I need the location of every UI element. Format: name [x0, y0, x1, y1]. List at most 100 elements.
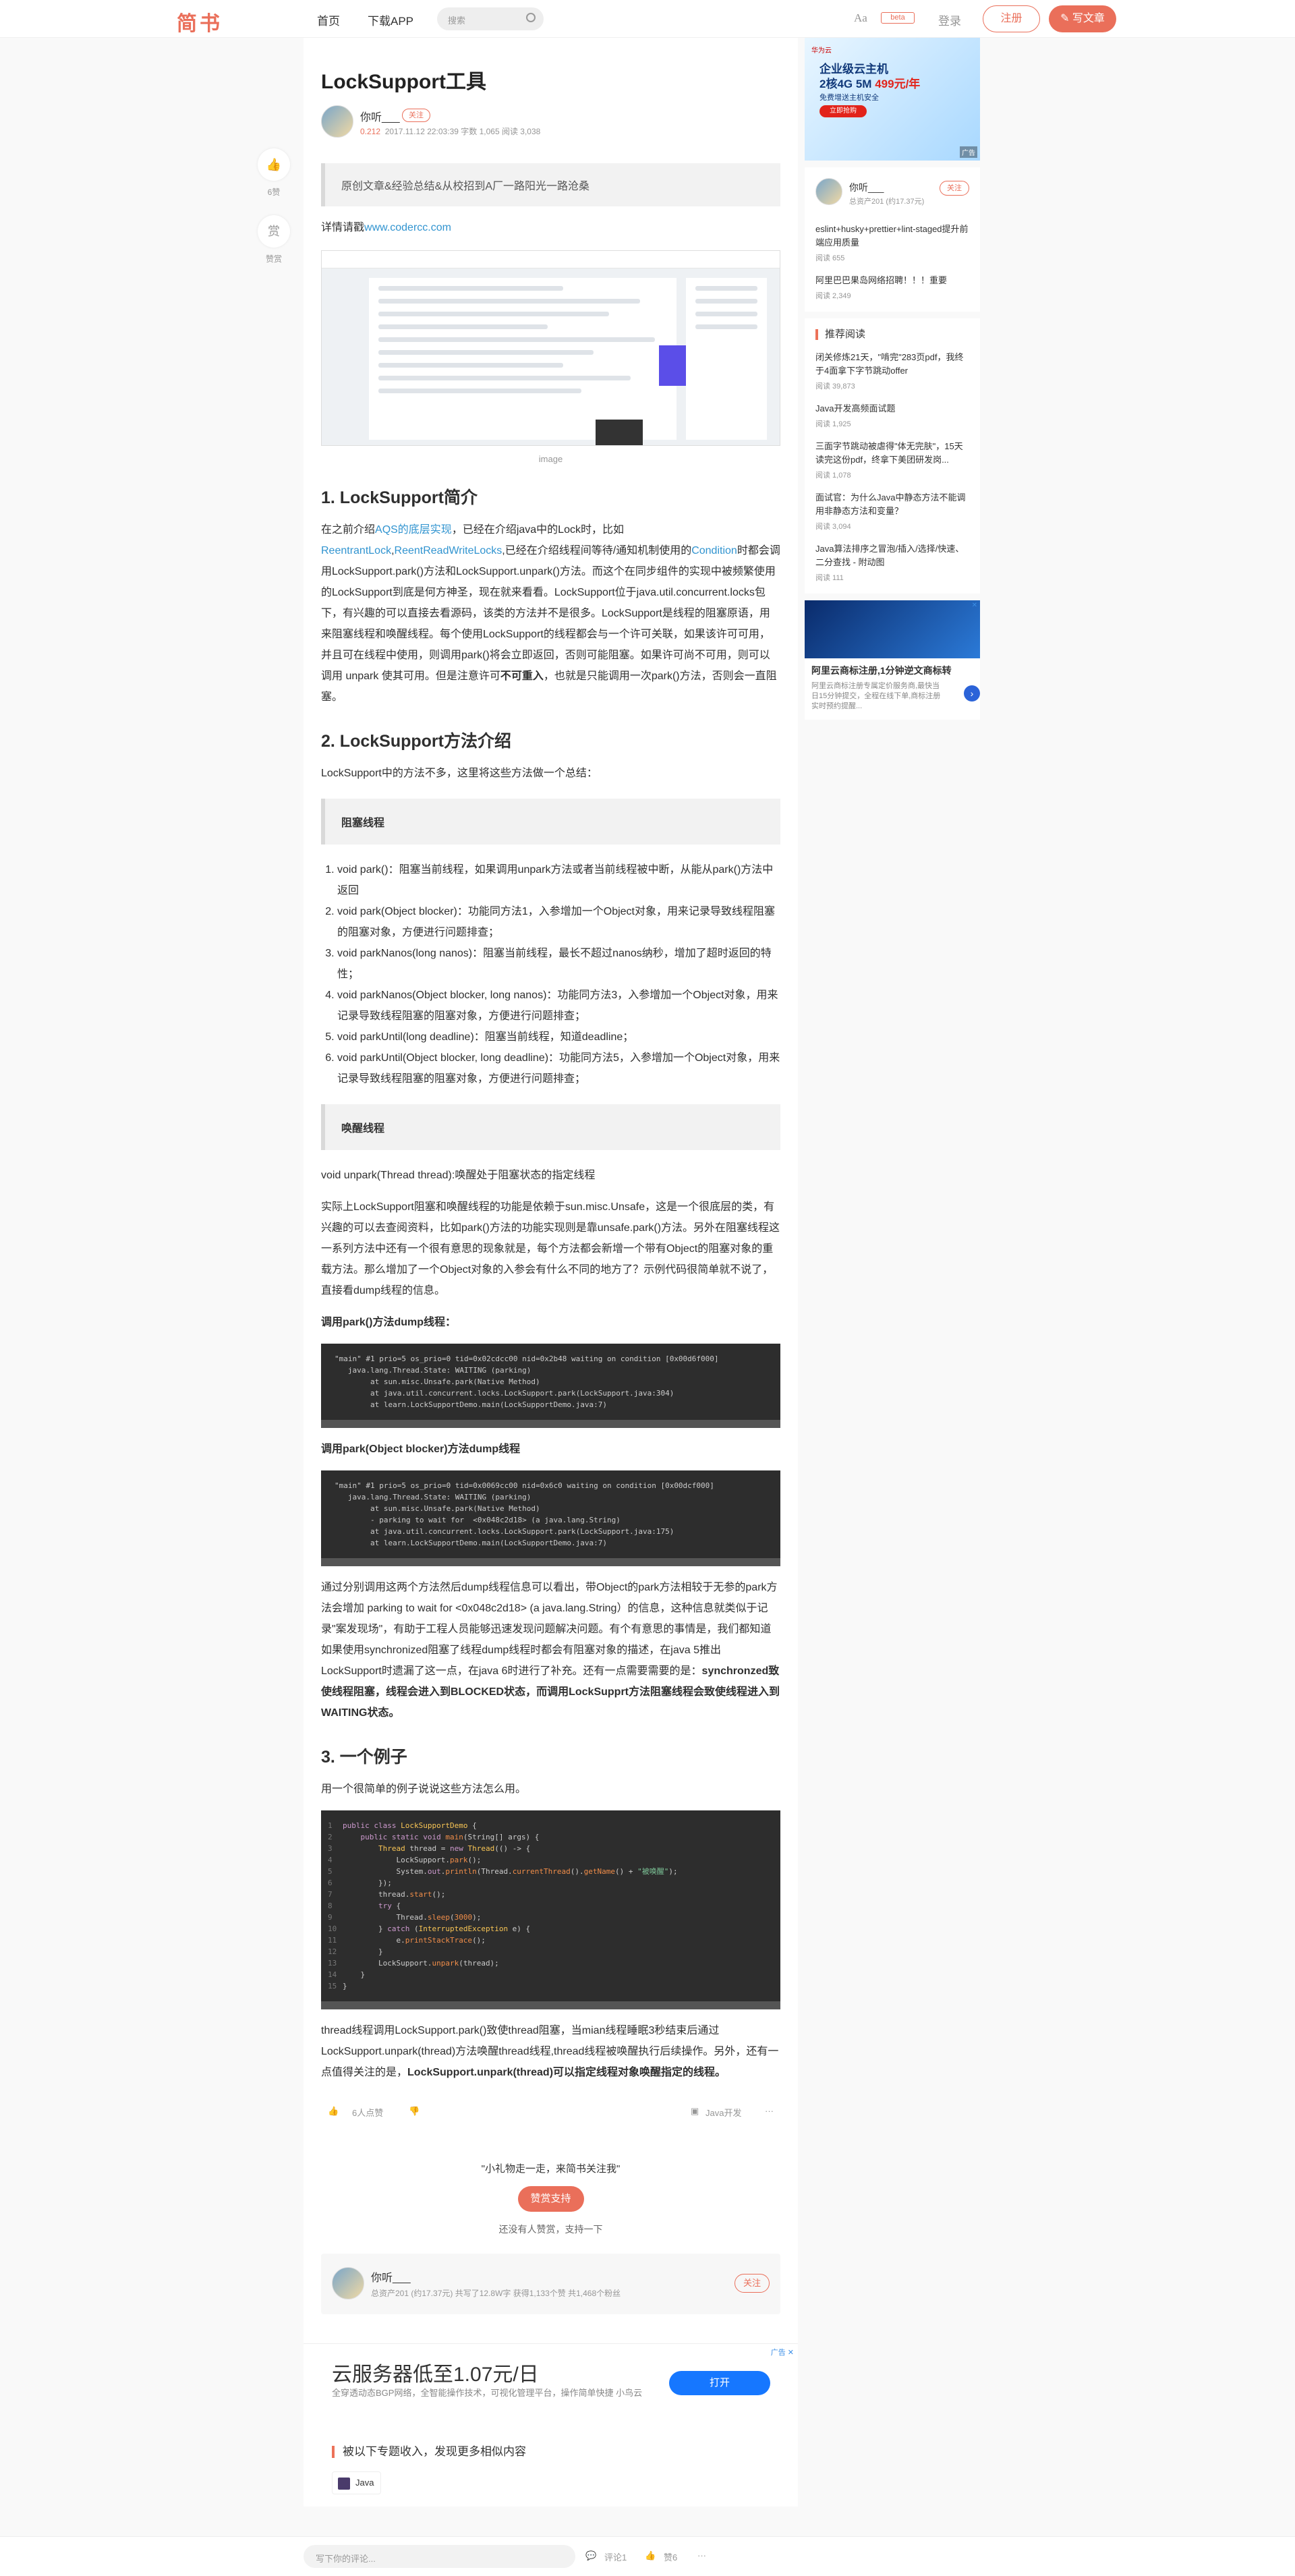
author-name[interactable]: 你听___	[360, 108, 400, 124]
author-article-link[interactable]: eslint+husky+prettier+lint-staged提升前端应用质…	[815, 223, 969, 250]
avatar[interactable]	[321, 105, 353, 138]
banner-ad[interactable]: 华为云 企业级云主机 2核4G 5M 499元/年 免费增送主机安全 立即抢购 …	[805, 38, 980, 161]
image-panel	[369, 278, 677, 440]
banner-brand: 华为云	[811, 47, 832, 55]
ad-label: 广告	[770, 2349, 786, 2357]
author-side-card: 你听___ 总资产201 (约17.37元) 关注 eslint+husky+p…	[805, 167, 980, 312]
author-name[interactable]: 你听___	[849, 181, 884, 194]
list-item: void parkUntil(Object blocker, long dead…	[337, 1048, 780, 1089]
follow-button[interactable]: 关注	[940, 181, 969, 196]
bold-text: 不可重入	[500, 670, 544, 682]
avatar[interactable]	[332, 2267, 364, 2299]
article-panel: LockSupport工具 你听___ 关注 0.212 2017.11.12 …	[304, 38, 798, 2507]
ad-title: 云服务器低至1.07元/日	[332, 2364, 539, 2386]
like-button[interactable]: 👍	[258, 148, 290, 181]
read-count: 阅读 1,078	[815, 471, 851, 480]
code-block-park[interactable]: "main" #1 prio=5 os_prio=0 tid=0x02cdcc0…	[321, 1344, 780, 1428]
write-article-button[interactable]: ✎ 写文章	[1049, 5, 1116, 32]
ad-tag[interactable]: 广告 ✕	[771, 2347, 794, 2357]
thumb-up-icon[interactable]: 👍	[645, 2550, 656, 2561]
thumb-up-icon: 👍	[266, 158, 282, 171]
paragraph-compare: 通过分别调用这两个方法然后dump线程信息可以看出，带Object的park方法…	[321, 1577, 780, 1723]
image-caption: image	[538, 454, 563, 464]
font-size-toggle[interactable]: Aa	[854, 11, 867, 25]
code-line: at learn.LockSupportDemo.main(LockSuppor…	[335, 1400, 607, 1409]
follow-button[interactable]: 关注	[402, 109, 430, 122]
reward-button[interactable]: 赏	[258, 215, 290, 248]
more-icon[interactable]: ···	[765, 2106, 774, 2116]
text: ,已经在介绍线程间等待/通知机制使用的	[502, 545, 692, 556]
register-button[interactable]: 注册	[983, 5, 1040, 32]
search-input[interactable]: 搜索	[437, 7, 544, 30]
comment-icon[interactable]: 💬	[585, 2550, 596, 2561]
recommended-item[interactable]: Java算法排序之冒泡/插入/选择/快速、二分查找 - 附动图	[815, 542, 969, 569]
recommended-item[interactable]: Java开发高频面试题	[815, 402, 969, 416]
comment-count[interactable]: 评论1	[604, 2550, 627, 2563]
reward-support-button[interactable]: 赞赏支持	[517, 2186, 584, 2212]
topic-tag-label: Java	[355, 2478, 374, 2488]
more-icon[interactable]: ···	[697, 2550, 706, 2560]
search-icon[interactable]	[526, 13, 536, 22]
read-count: 阅读 3,094	[815, 523, 851, 531]
like-count-text[interactable]: 6人点赞	[352, 2106, 383, 2119]
readwritelock-link[interactable]: ReentReadWriteLocks	[395, 545, 502, 556]
nav-download-app[interactable]: 下载APP	[368, 11, 413, 28]
thumb-up-icon[interactable]: 👍	[328, 2106, 339, 2117]
beta-badge[interactable]: beta	[881, 12, 915, 24]
topic-icon	[338, 2478, 350, 2490]
login-link[interactable]: 登录	[938, 11, 961, 28]
details-prefix: 详情请戳	[321, 222, 365, 233]
paragraph-intro: 在之前介绍AQS的底层实现，已经在介绍java中的Lock时，比如 Reentra…	[321, 519, 780, 708]
chevron-right-icon[interactable]: ›	[964, 685, 980, 702]
topic-section: 被以下专题收入，发现更多相似内容 Java	[304, 2430, 798, 2507]
list-item: void parkUntil(long deadline)：阻塞当前线程，知道d…	[337, 1027, 780, 1048]
collection-link[interactable]: Java开发	[706, 2106, 741, 2119]
article-image[interactable]	[321, 250, 780, 446]
recommended-item[interactable]: 三面字节跳动被虐得"体无完肤"，15天读完这份pdf，终拿下美团研发岗...	[815, 440, 969, 467]
label-park-dump: 调用park()方法dump线程：	[321, 1317, 457, 1328]
bottom-ad[interactable]: 云服务器低至1.07元/日 全穿透动态BGP网络，全智能操作技术，可视化管理平台…	[304, 2343, 798, 2423]
read-count: 阅读 1,925	[815, 420, 851, 428]
aqs-link[interactable]: AQS的底层实现	[375, 524, 452, 536]
condition-link[interactable]: Condition	[691, 545, 737, 556]
like-count[interactable]: 赞6	[664, 2550, 677, 2563]
site-logo[interactable]: 简书	[177, 7, 223, 36]
top-nav: 简书 首页 下载APP 搜索 Aa beta 登录 注册 ✎ 写文章	[0, 0, 1295, 38]
recommended-item[interactable]: 面试官：为什么Java中静态方法不能调用非静态方法和变量？	[815, 491, 969, 518]
comment-bar: 写下你的评论... 💬 评论1 👍 赞6 ···	[0, 2536, 1295, 2576]
topic-tag[interactable]: Java	[332, 2471, 382, 2494]
reentrantlock-link[interactable]: ReentrantLock	[321, 545, 391, 556]
banner-button[interactable]: 立即抢购	[819, 105, 867, 117]
thumb-down-icon[interactable]: 👎	[409, 2106, 420, 2117]
follow-button[interactable]: 关注	[735, 2274, 770, 2293]
banner-price: 2核4G 5M 499元/年	[819, 74, 920, 91]
paragraph-unpark: void unpark(Thread thread):唤醒处于阻塞状态的指定线程	[321, 1170, 596, 1181]
banner-price-value: 499元/年	[875, 78, 921, 90]
close-icon[interactable]: ✕	[972, 602, 977, 609]
code-block-example[interactable]: 1 public class LockSupportDemo { 2 public…	[321, 1810, 780, 2009]
side-ad[interactable]: ✕ 阿里云商标注册,1分钟逆文商标转 阿里云商标注册专属定价服务商,最快当日15…	[805, 600, 980, 720]
comment-input[interactable]: 写下你的评论...	[304, 2545, 575, 2568]
avatar[interactable]	[815, 178, 842, 205]
close-icon[interactable]: ✕	[788, 2349, 794, 2357]
author-assets: 总资产201 (约17.37元)	[849, 198, 925, 206]
collection-icon: ▣	[691, 2106, 699, 2116]
nav-home[interactable]: 首页	[317, 11, 340, 28]
block-thread-box: 阻塞线程	[321, 799, 780, 845]
paragraph-methods: LockSupport中的方法不多，这里将这些方法做一个总结：	[321, 768, 598, 779]
details-link[interactable]: www.codercc.com	[364, 222, 451, 233]
list-item: void parkNanos(long nanos)：阻塞当前线程，最长不超过n…	[337, 943, 780, 985]
heading-methods: 2. LockSupport方法介绍	[321, 732, 511, 751]
code-line: at sun.misc.Unsafe.park(Native Method)	[335, 1377, 540, 1386]
recommended-header: 推荐阅读	[815, 329, 969, 340]
author-name[interactable]: 你听___	[371, 2268, 411, 2285]
code-line: - parking to wait for <0x048c2d18> (a ja…	[335, 1516, 621, 1524]
author-article-link[interactable]: 阿里巴巴果岛网络招聘！！！重要	[815, 274, 969, 287]
article-meta: 0.212 2017.11.12 22:03:39 字数 1,065 阅读 3,…	[360, 125, 540, 137]
method-list: void park()：阻塞当前线程，如果调用unpark方法或者当前线程被中断…	[321, 859, 780, 1089]
code-line: at java.util.concurrent.locks.LockSuppor…	[335, 1527, 674, 1536]
article-actions: 👍 6人点赞 👎 ▣ Java开发 ···	[321, 2100, 780, 2127]
recommended-item[interactable]: 闭关修炼21天，"啃完"283页pdf，我终于4面拿下字节跳动offer	[815, 351, 969, 378]
code-block-park-blocker[interactable]: "main" #1 prio=5 os_prio=0 tid=0x0069cc0…	[321, 1470, 780, 1566]
ad-open-button[interactable]: 打开	[669, 2371, 770, 2395]
